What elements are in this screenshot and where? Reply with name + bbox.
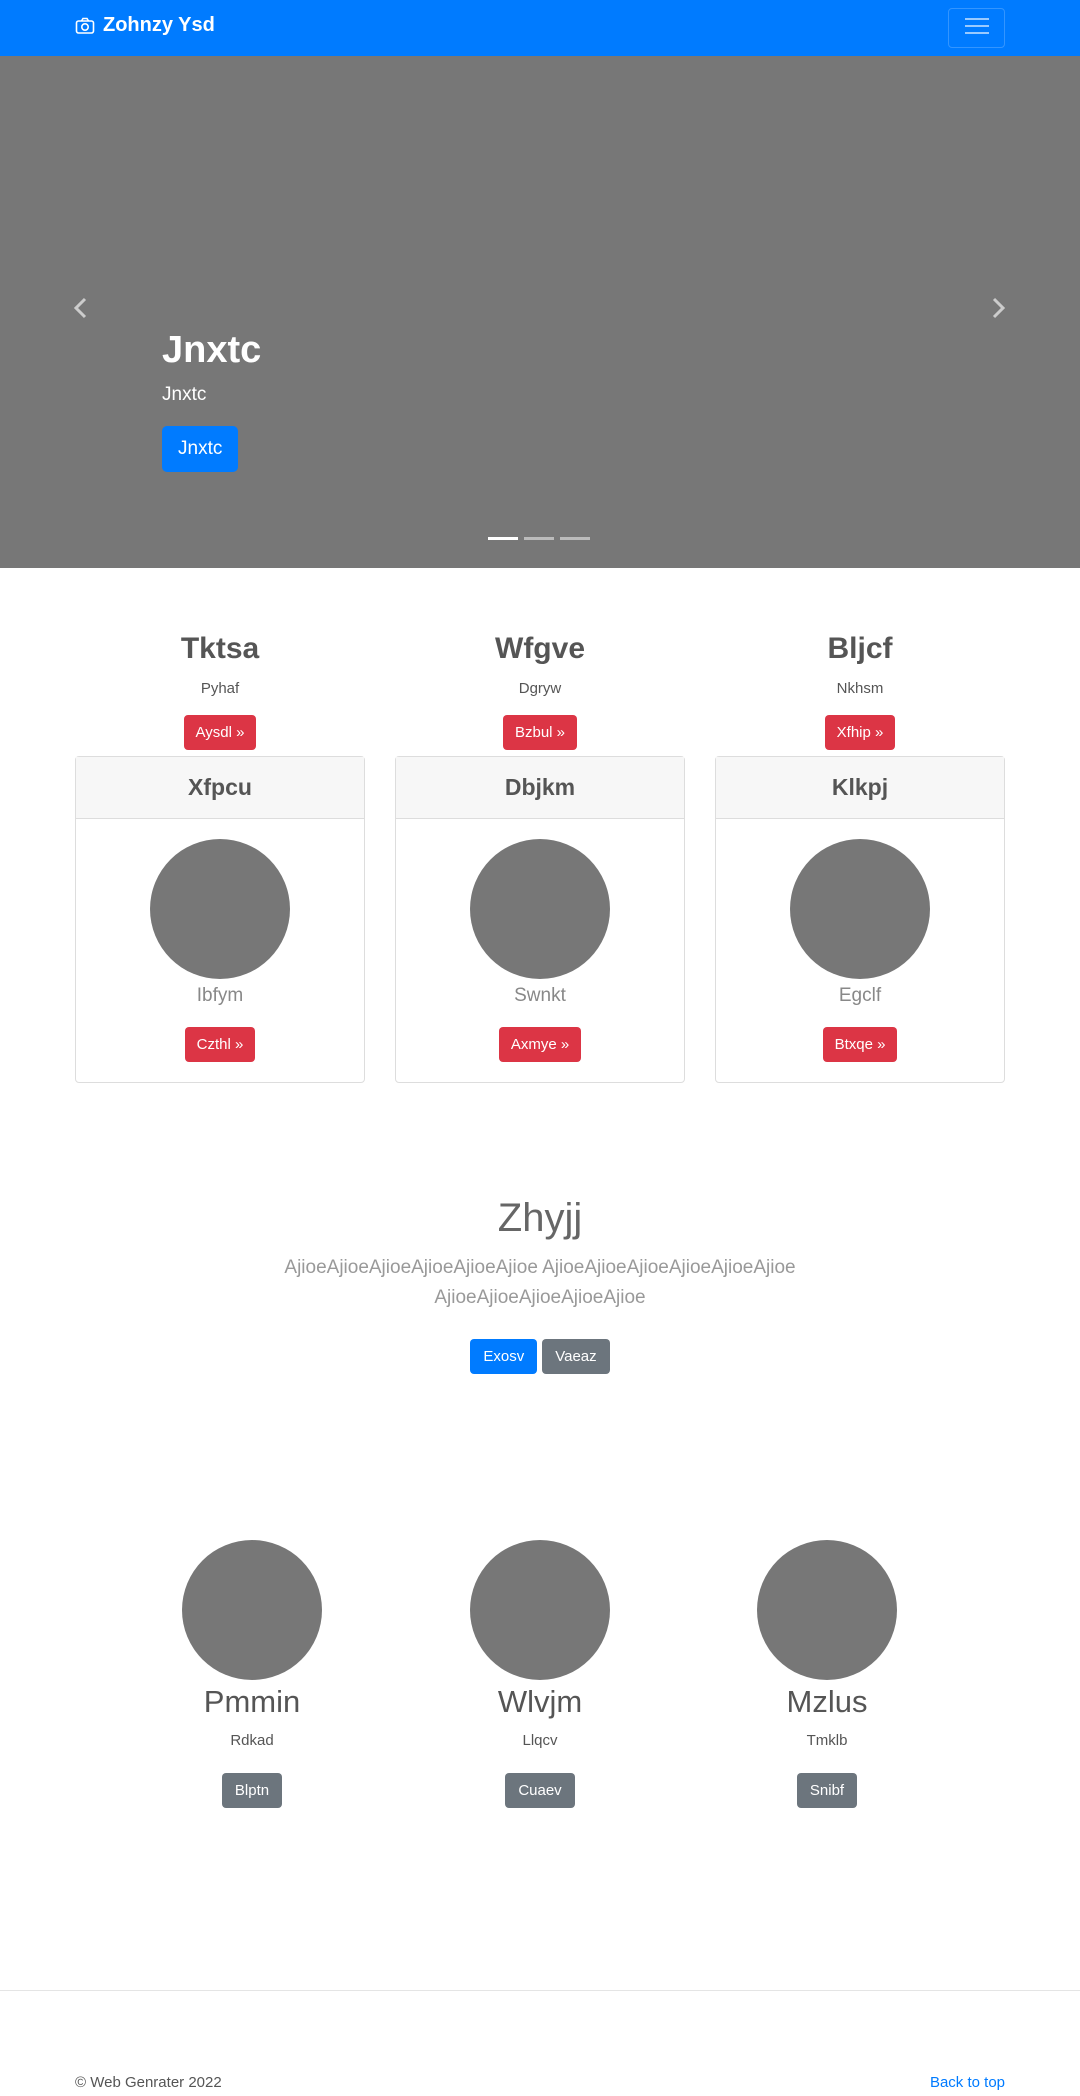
person-column: Pmmin Rdkad Blptn	[152, 1540, 352, 1808]
feature-column: Tktsa Pyhaf Aysdl »	[80, 632, 360, 750]
person-button[interactable]: Blptn	[221, 1773, 283, 1808]
carousel-subtitle: Jnxtc	[162, 383, 207, 405]
card-button[interactable]: Czthl »	[184, 1027, 256, 1062]
card-header: Dbjkm	[396, 757, 684, 819]
card: Xfpcu Ibfym Czthl »	[75, 756, 365, 1083]
feature-title: Wfgve	[495, 632, 585, 665]
person-avatar	[470, 1540, 610, 1680]
footer-copyright: © Web Genrater 2022	[75, 2074, 222, 2091]
jumbotron-text: AjioeAjioeAjioeAjioeAjioeAjioe AjioeAjio…	[284, 1257, 796, 1308]
camera-icon	[75, 16, 95, 36]
chevron-left-icon	[71, 296, 91, 320]
footer-divider	[0, 1990, 1080, 1991]
jumbotron-title: Zhyjj	[497, 1196, 583, 1240]
feature-title: Bljcf	[827, 632, 893, 665]
navbar-brand[interactable]: Zohnzy Ysd	[75, 14, 215, 37]
card-label: Egclf	[838, 985, 882, 1006]
brand-label: Zohnzy Ysd	[103, 14, 215, 36]
hero-carousel: Jnxtc Jnxtc Jnxtc	[0, 56, 1080, 568]
card-button[interactable]: Btxqe »	[822, 1027, 898, 1062]
person-name: Pmmin	[203, 1684, 301, 1719]
card-label: Ibfym	[196, 985, 244, 1006]
card: Klkpj Egclf Btxqe »	[715, 756, 1005, 1083]
card-image-placeholder	[790, 839, 930, 979]
carousel-prev-button[interactable]	[71, 296, 91, 320]
jumbotron-section: Zhyjj AjioeAjioeAjioeAjioeAjioeAjioe Aji…	[0, 1196, 1080, 1374]
carousel-cta-button[interactable]: Jnxtc	[162, 425, 239, 472]
feature-subtitle: Pyhaf	[200, 680, 240, 697]
card-image-placeholder	[150, 839, 290, 979]
person-button[interactable]: Cuaev	[505, 1773, 575, 1808]
carousel-indicator-2[interactable]	[524, 537, 554, 540]
card-header: Xfpcu	[76, 757, 364, 819]
card-header: Klkpj	[716, 757, 1004, 819]
feature-column: Wfgve Dgryw Bzbul »	[400, 632, 680, 750]
feature-title: Tktsa	[180, 632, 260, 665]
hamburger-menu-icon	[963, 15, 991, 42]
card-image-placeholder	[470, 839, 610, 979]
carousel-indicator-3[interactable]	[560, 537, 590, 540]
person-subtitle: Rdkad	[230, 1732, 274, 1749]
card-label: Swnkt	[514, 985, 566, 1006]
jumbotron-buttons: Exosv Vaeaz	[0, 1339, 1080, 1374]
card-button[interactable]: Axmye »	[498, 1027, 582, 1062]
card: Dbjkm Swnkt Axmye »	[395, 756, 685, 1083]
person-name: Mzlus	[786, 1684, 868, 1719]
person-button[interactable]: Snibf	[796, 1773, 858, 1808]
carousel-caption: Jnxtc Jnxtc Jnxtc	[162, 328, 261, 472]
feature-button[interactable]: Xfhip »	[824, 715, 896, 750]
carousel-indicator-1[interactable]	[488, 537, 518, 540]
person-avatar	[182, 1540, 322, 1680]
back-to-top-link[interactable]: Back to top	[930, 2074, 1005, 2091]
feature-button[interactable]: Aysdl »	[183, 715, 257, 750]
person-subtitle: Tmklb	[806, 1732, 848, 1749]
navbar: Zohnzy Ysd	[0, 0, 1080, 56]
person-avatar	[757, 1540, 897, 1680]
person-column: Wlvjm Llqcv Cuaev	[440, 1540, 640, 1808]
jumbotron-secondary-button[interactable]: Vaeaz	[542, 1339, 610, 1374]
feature-column: Bljcf Nkhsm Xfhip »	[720, 632, 1000, 750]
person-name: Wlvjm	[497, 1684, 583, 1719]
jumbotron-primary-button[interactable]: Exosv	[470, 1339, 538, 1374]
carousel-title: Jnxtc	[162, 329, 262, 371]
feature-subtitle: Nkhsm	[836, 680, 884, 697]
feature-subtitle: Dgryw	[518, 680, 562, 697]
person-subtitle: Llqcv	[522, 1732, 558, 1749]
person-column: Mzlus Tmklb Snibf	[727, 1540, 927, 1808]
feature-button[interactable]: Bzbul »	[502, 715, 578, 750]
chevron-right-icon	[988, 296, 1008, 320]
navbar-toggler-button[interactable]	[948, 8, 1005, 48]
carousel-next-button[interactable]	[988, 296, 1008, 320]
carousel-indicators	[488, 537, 590, 540]
